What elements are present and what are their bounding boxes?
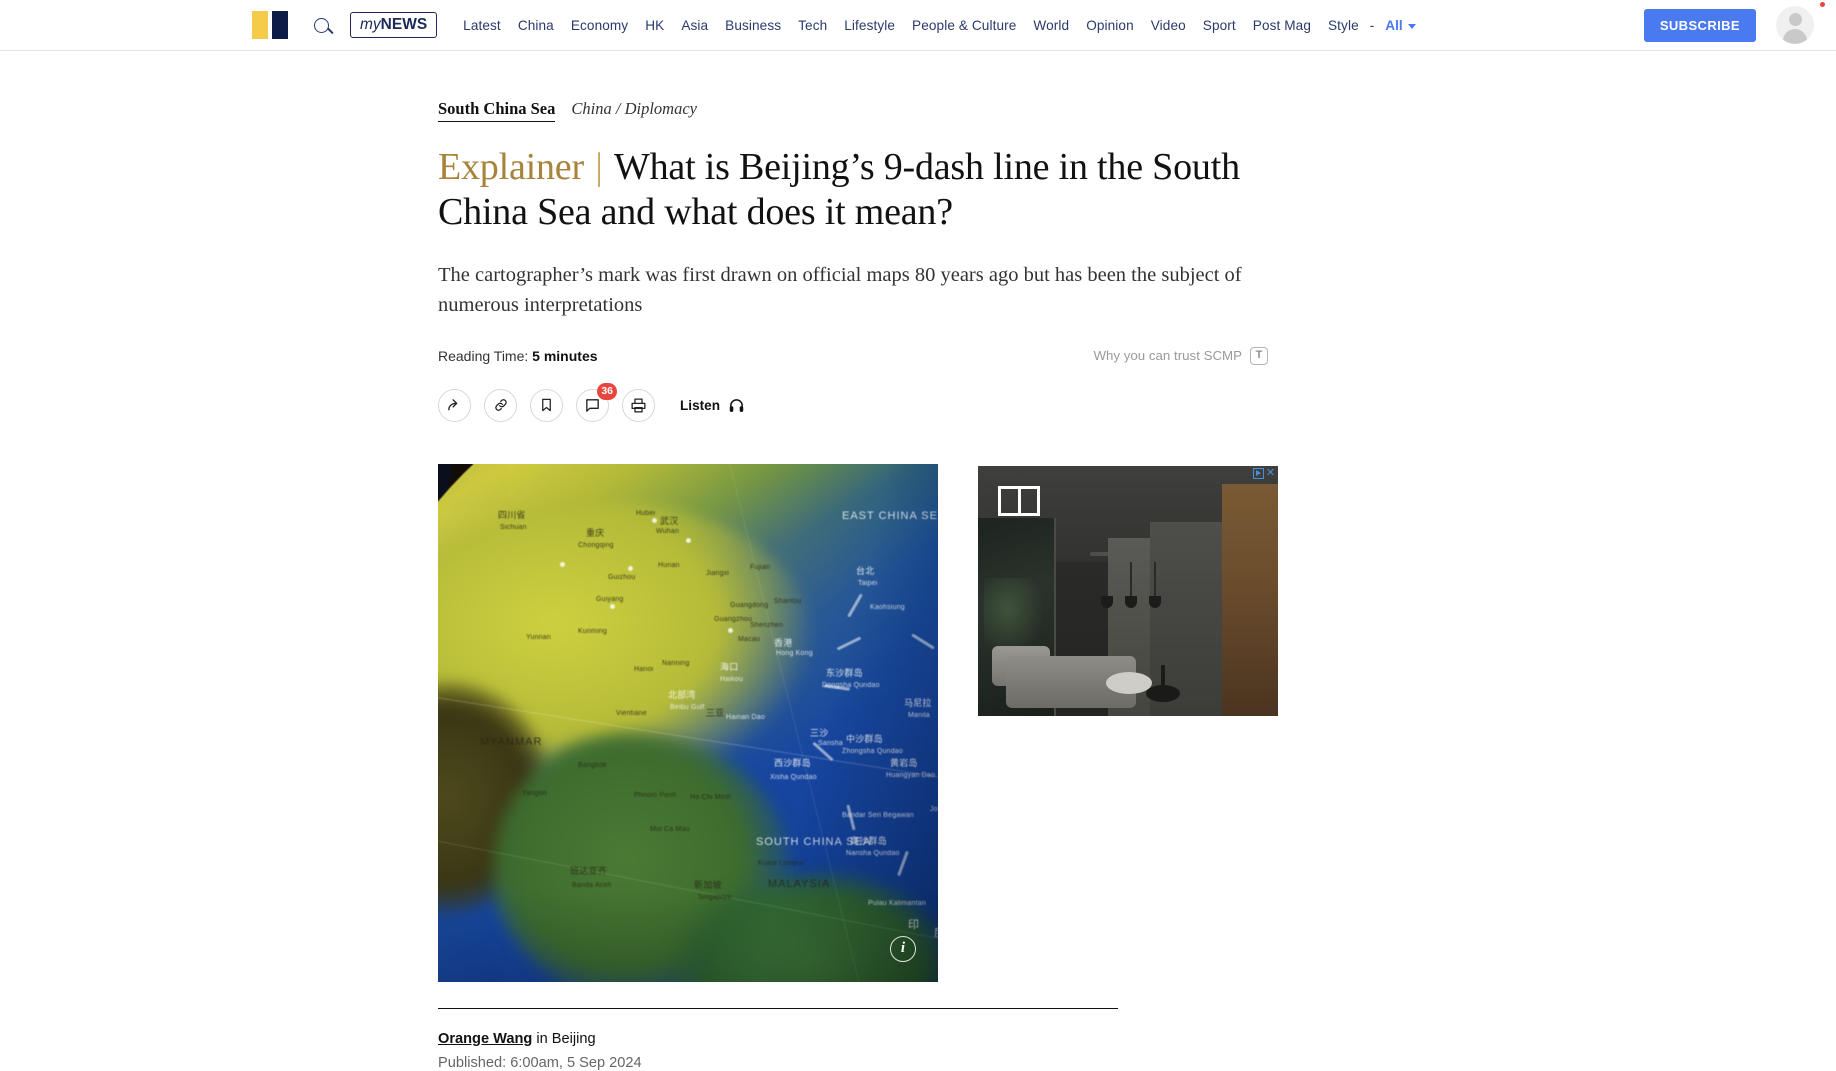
nav-item-sport[interactable]: Sport	[1203, 18, 1236, 33]
site-header: myNEWS Latest China Economy HK Asia Busi…	[0, 0, 1836, 51]
adchoices-controls[interactable]: ✕	[1253, 467, 1276, 479]
article-body-grid: Sichuan四川省重庆ChongqingHubei武汉WuhanHunanJi…	[438, 463, 1278, 982]
mynews-prefix: my	[360, 15, 381, 33]
listen-label: Listen	[680, 397, 721, 413]
author-link[interactable]: Orange Wang	[438, 1031, 532, 1047]
hero-image[interactable]: Sichuan四川省重庆ChongqingHubei武汉WuhanHunanJi…	[438, 463, 938, 982]
nav-item-tech[interactable]: Tech	[798, 18, 827, 33]
reading-time: Reading Time: 5 minutes	[438, 348, 598, 364]
nav-item-world[interactable]: World	[1033, 18, 1069, 33]
byline: Orange Wang in Beijing	[438, 1031, 1118, 1047]
avatar[interactable]	[1776, 6, 1814, 44]
search-icon[interactable]	[306, 10, 336, 40]
page-title: Explainer | What is Beijing’s 9-dash lin…	[438, 145, 1278, 235]
nav-item-hk[interactable]: HK	[645, 18, 664, 33]
notification-dot	[1820, 2, 1825, 7]
nav-item-latest[interactable]: Latest	[463, 18, 501, 33]
logo-square-navy	[272, 11, 288, 39]
trust-label: Why you can trust SCMP	[1093, 348, 1242, 364]
mynews-suffix: NEWS	[380, 15, 428, 33]
nav-item-lifestyle[interactable]: Lifestyle	[844, 18, 895, 33]
topic-link-south-china-sea[interactable]: South China Sea	[438, 99, 556, 122]
headline-divider: |	[585, 146, 612, 188]
nav-item-people-culture[interactable]: People & Culture	[912, 18, 1016, 33]
logo-square-yellow	[252, 11, 268, 39]
reading-time-label: Reading Time:	[438, 347, 529, 364]
bookmark-icon[interactable]	[530, 388, 563, 422]
byline-location: in Beijing	[532, 1030, 596, 1047]
trust-badge-icon: T	[1250, 346, 1268, 365]
subscribe-button[interactable]: SUBSCRIBE	[1643, 8, 1756, 42]
nav-item-style[interactable]: Style	[1328, 18, 1359, 33]
image-info-button[interactable]: i	[890, 935, 916, 962]
globe-sphere: Sichuan四川省重庆ChongqingHubei武汉WuhanHunanJi…	[438, 463, 938, 982]
trust-indicator[interactable]: Why you can trust SCMP T	[1093, 346, 1268, 365]
explainer-tag: Explainer	[438, 146, 584, 188]
advertisement-column: ✕	[978, 464, 1278, 716]
byline-block: Orange Wang in Beijing Published: 6:00am…	[438, 1007, 1118, 1071]
adchoices-icon[interactable]	[1253, 467, 1264, 479]
nav-item-economy[interactable]: Economy	[571, 18, 628, 33]
display-advertisement[interactable]: ✕	[978, 465, 1278, 716]
headphones-icon	[729, 399, 744, 412]
link-icon[interactable]	[484, 388, 517, 422]
reading-time-value: 5 minutes	[532, 347, 598, 364]
published-date: Published: 6:00am, 5 Sep 2024	[438, 1054, 642, 1071]
article-container: South China Sea China / Diplomacy Explai…	[438, 51, 1278, 1071]
close-icon[interactable]: ✕	[1265, 467, 1276, 479]
listen-button[interactable]: Listen	[680, 397, 745, 414]
nav-item-china[interactable]: China	[518, 18, 554, 33]
nav-item-asia[interactable]: Asia	[681, 18, 708, 33]
article-actions: 36 Listen	[438, 382, 1278, 422]
comment-icon[interactable]: 36	[576, 382, 617, 422]
main-navigation: Latest China Economy HK Asia Business Te…	[463, 18, 1622, 33]
scmp-logo[interactable]	[252, 11, 288, 39]
nav-separator: -	[1369, 17, 1375, 33]
chevron-down-icon	[1407, 23, 1416, 29]
article-meta-row: Reading Time: 5 minutes Why you can trus…	[438, 346, 1268, 365]
nav-item-opinion[interactable]: Opinion	[1086, 18, 1134, 33]
nav-all-label: All	[1385, 17, 1403, 33]
nav-all-dropdown[interactable]: All	[1385, 17, 1416, 33]
breadcrumb: South China Sea China / Diplomacy	[438, 99, 1278, 122]
print-icon[interactable]	[622, 388, 655, 422]
nav-item-post-mag[interactable]: Post Mag	[1253, 18, 1311, 33]
globe-shading	[438, 463, 938, 982]
share-icon[interactable]	[438, 388, 471, 422]
nav-item-video[interactable]: Video	[1151, 18, 1186, 33]
ad-brand-logo	[998, 485, 1040, 516]
nav-item-business[interactable]: Business	[725, 18, 781, 33]
mynews-button[interactable]: myNEWS	[350, 11, 438, 39]
standfirst: The cartographer’s mark was first drawn …	[438, 264, 1242, 317]
comment-count-badge: 36	[597, 382, 617, 400]
section-path-link[interactable]: China / Diplomacy	[571, 99, 697, 119]
